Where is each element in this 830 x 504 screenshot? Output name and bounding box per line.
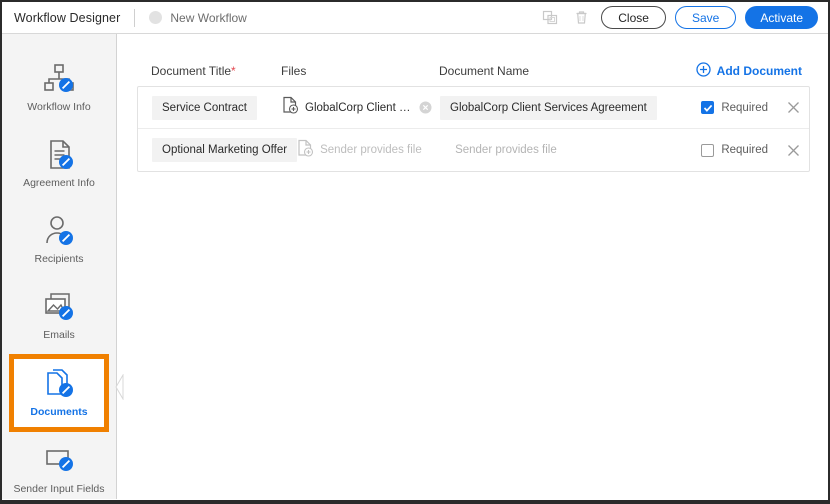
sidebar-item-label: Workflow Info <box>27 100 91 113</box>
sidebar-collapse-handle[interactable] <box>115 372 124 402</box>
recipients-icon <box>42 215 76 247</box>
clear-file-icon[interactable] <box>419 101 432 114</box>
table-header-row: Document Title* Files Document Name Add … <box>137 56 810 86</box>
document-name-input[interactable]: Sender provides file <box>455 138 567 162</box>
save-button[interactable]: Save <box>674 6 737 29</box>
add-document-button[interactable]: Add Document <box>696 62 802 80</box>
column-header-label: Document Title <box>151 64 232 78</box>
close-button[interactable]: Close <box>601 6 666 29</box>
files-cell: GlobalCorp Client Servic... <box>282 96 440 119</box>
table-row: Service Contract GlobalCorp Client Se Gl… <box>138 87 809 129</box>
required-cell: Required <box>661 100 801 115</box>
sidebar-item-sender-input-fields[interactable]: Sender Input Fields <box>2 432 116 500</box>
required-label: Required <box>721 101 768 114</box>
document-title-cell: Optional Marketing Offer <box>152 138 298 162</box>
activate-button[interactable]: Activate <box>745 6 818 29</box>
sender-input-fields-icon <box>42 445 76 477</box>
sidebar-item-agreement-info[interactable]: Agreement Info <box>2 126 116 202</box>
header-divider <box>134 8 136 27</box>
sidebar-item-label: Sender Input Fields <box>13 482 105 495</box>
document-name-cell: GlobalCorp Client Services Agreement <box>440 95 661 120</box>
agreement-info-icon <box>42 139 76 171</box>
documents-panel: Document Title* Files Document Name Add … <box>117 34 828 499</box>
required-checkbox[interactable] <box>701 143 715 157</box>
column-header-files: Files <box>281 64 307 78</box>
documents-table: Document Title* Files Document Name Add … <box>137 56 810 172</box>
documents-icon <box>42 368 76 400</box>
sidebar-item-documents[interactable]: Documents <box>9 354 109 432</box>
app-body: Workflow Info Agreement Info Recipients … <box>2 34 828 499</box>
trash-icon[interactable] <box>570 7 592 29</box>
copy-icon[interactable] <box>539 7 561 29</box>
document-title-cell: Service Contract <box>152 95 282 120</box>
workflow-name: New Workflow <box>170 10 247 25</box>
column-header-document-name: Document Name <box>439 64 530 78</box>
sidebar-item-label: Documents <box>30 405 88 418</box>
workflow-designer-window: Workflow Designer New Workflow Close Sav… <box>0 0 830 504</box>
required-checkbox[interactable] <box>701 101 715 114</box>
app-header: Workflow Designer New Workflow Close Sav… <box>2 2 828 34</box>
file-name: GlobalCorp Client Servic... <box>305 101 413 114</box>
add-document-label: Add Document <box>716 64 802 78</box>
table-body: Service Contract GlobalCorp Client Se Gl… <box>137 86 810 172</box>
app-title: Workflow Designer <box>14 10 121 25</box>
files-cell: Sender provides file <box>297 139 455 162</box>
plus-circle-icon <box>696 62 711 80</box>
remove-row-icon[interactable] <box>786 143 801 158</box>
document-name-input[interactable]: GlobalCorp Client Services Agreement <box>440 95 657 120</box>
document-title-input[interactable]: Service Contract <box>152 95 258 120</box>
sidebar-item-recipients[interactable]: Recipients <box>2 202 116 278</box>
file-add-icon[interactable] <box>297 139 314 162</box>
required-asterisk: * <box>231 64 236 78</box>
sidebar-item-emails[interactable]: Emails <box>2 278 116 354</box>
workflow-info-icon <box>42 63 76 95</box>
header-actions: Close Save Activate <box>539 6 818 29</box>
add-document-cell: Add Document <box>662 62 802 80</box>
document-name-cell: Sender provides file <box>455 138 661 162</box>
workflow-status-dot <box>149 11 163 24</box>
sidebar: Workflow Info Agreement Info Recipients … <box>2 34 124 499</box>
file-add-icon[interactable] <box>282 96 299 119</box>
required-label: Required <box>721 144 768 156</box>
required-cell: Required <box>661 143 801 158</box>
column-header-document-title: Document Title* <box>151 64 281 78</box>
table-row: Optional Marketing Offer Sender provides… <box>138 129 809 171</box>
file-name-placeholder: Sender provides file <box>320 144 422 156</box>
sidebar-item-label: Recipients <box>34 252 84 265</box>
emails-icon <box>42 291 76 323</box>
document-title-input[interactable]: Optional Marketing Offer <box>152 138 298 162</box>
sidebar-item-label: Agreement Info <box>23 176 95 189</box>
sidebar-item-workflow-info[interactable]: Workflow Info <box>2 50 116 126</box>
sidebar-item-label: Emails <box>43 328 75 341</box>
remove-row-icon[interactable] <box>786 100 801 115</box>
